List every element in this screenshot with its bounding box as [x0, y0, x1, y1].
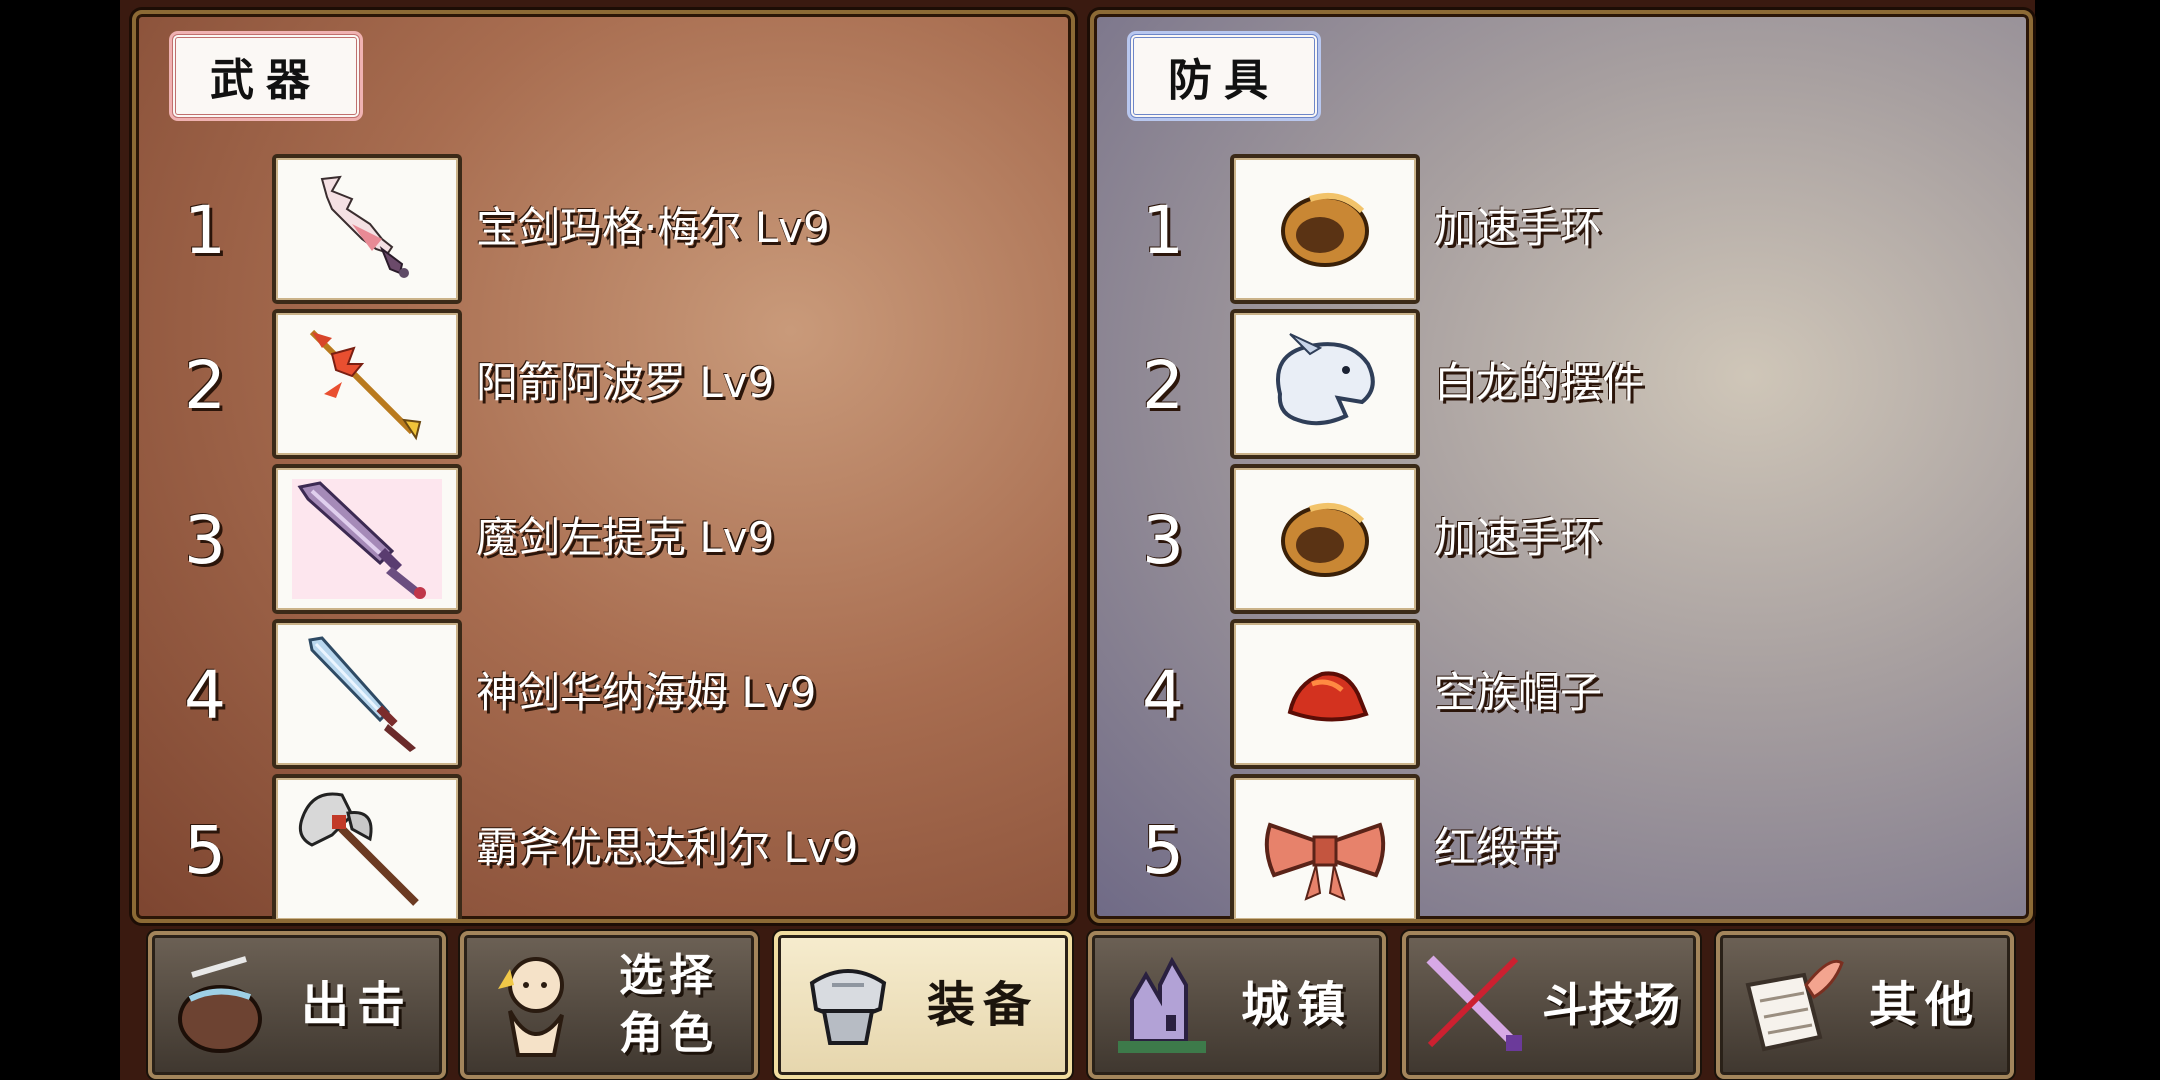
scroll-quill-icon [1745, 959, 1844, 1052]
character-icon [498, 957, 564, 1057]
armor-slot-5[interactable]: 5 红缎带 [1094, 774, 2029, 919]
slot-number: 5 [184, 812, 226, 889]
sword-bag-icon [178, 956, 262, 1053]
bottom-nav: 出击 选择角色 装备 城镇 斗技场 其他 [120, 925, 2035, 1080]
armor-slot-2[interactable]: 2 白龙的摆件 [1094, 309, 2029, 459]
slot-number: 2 [1142, 347, 1184, 424]
select-character-label: 选择 角色 [594, 935, 744, 1075]
blue-sword-icon[interactable] [272, 619, 462, 769]
slot-number: 2 [184, 347, 226, 424]
other-button[interactable]: 其他 [1716, 931, 2014, 1079]
equipment-label: 装备 [926, 977, 1039, 1033]
arena-button[interactable]: 斗技场 [1402, 931, 1700, 1079]
armor-panel: 防具 1 加速手环 2 白龙的摆件 3 加速手环 4 空族帽子 5 红缎带 [1090, 10, 2033, 923]
slot-number: 5 [1142, 812, 1184, 889]
armor-name: 红缎带 [1434, 823, 1561, 872]
crossed-swords-icon [1426, 955, 1522, 1051]
other-label: 其他 [1868, 977, 1981, 1033]
battle-axe-icon[interactable] [272, 774, 462, 919]
slot-number: 3 [184, 502, 226, 579]
sortie-label: 出击 [300, 977, 413, 1033]
slot-number: 1 [184, 192, 226, 269]
golden-arrow-icon[interactable] [272, 309, 462, 459]
town-label: 城镇 [1240, 977, 1353, 1033]
armor-title: 防具 [1130, 34, 1318, 118]
equipment-button[interactable]: 装备 [774, 931, 1072, 1079]
town-button[interactable]: 城镇 [1088, 931, 1386, 1079]
weapon-slot-4[interactable]: 4 神剑华纳海姆 Lv9 [136, 619, 1071, 769]
arena-label: 斗技场 [1542, 978, 1680, 1032]
weapon-name: 阳箭阿波罗 Lv9 [476, 358, 775, 407]
select-character-button[interactable]: 选择 角色 [460, 931, 758, 1079]
weapon-name: 霸斧优思达利尔 Lv9 [476, 823, 859, 872]
armor-slot-4[interactable]: 4 空族帽子 [1094, 619, 2029, 769]
armor-slot-1[interactable]: 1 加速手环 [1094, 154, 2029, 304]
slot-number: 4 [1142, 657, 1184, 734]
bracelet-icon[interactable] [1230, 154, 1420, 304]
slot-number: 1 [1142, 192, 1184, 269]
armor-name: 加速手环 [1434, 203, 1603, 252]
purple-greatsword-icon[interactable] [272, 464, 462, 614]
weapon-name: 神剑华纳海姆 Lv9 [476, 668, 817, 717]
slot-number: 4 [184, 657, 226, 734]
weapon-slot-2[interactable]: 2 阳箭阿波罗 Lv9 [136, 309, 1071, 459]
armor-name: 白龙的摆件 [1434, 358, 1645, 407]
castle-icon [1118, 956, 1206, 1053]
armor-icon [809, 969, 887, 1045]
armor-name: 加速手环 [1434, 513, 1603, 562]
weapon-slot-5[interactable]: 5 霸斧优思达利尔 Lv9 [136, 774, 1071, 919]
sortie-button[interactable]: 出击 [148, 931, 446, 1079]
white-dragon-icon[interactable] [1230, 309, 1420, 459]
bracelet-icon[interactable] [1230, 464, 1420, 614]
slot-number: 3 [1142, 502, 1184, 579]
weapon-slot-1[interactable]: 1 宝剑玛格·梅尔 Lv9 [136, 154, 1071, 304]
armor-name: 空族帽子 [1434, 668, 1603, 717]
game-screen: 武器 1 宝剑玛格·梅尔 Lv9 2 阳箭阿波罗 Lv9 3 魔剑左提克 Lv9… [120, 0, 2035, 1080]
weapons-title: 武器 [172, 34, 360, 118]
armor-slot-3[interactable]: 3 加速手环 [1094, 464, 2029, 614]
pink-sword-icon[interactable] [272, 154, 462, 304]
ribbon-icon[interactable] [1230, 774, 1420, 919]
weapons-panel: 武器 1 宝剑玛格·梅尔 Lv9 2 阳箭阿波罗 Lv9 3 魔剑左提克 Lv9… [132, 10, 1075, 923]
select-label-line2: 角色 [619, 1008, 719, 1059]
weapon-slot-3[interactable]: 3 魔剑左提克 Lv9 [136, 464, 1071, 614]
red-hat-icon[interactable] [1230, 619, 1420, 769]
select-label-line1: 选择 [619, 950, 719, 1001]
weapon-name: 宝剑玛格·梅尔 Lv9 [476, 203, 830, 252]
weapon-name: 魔剑左提克 Lv9 [476, 513, 775, 562]
